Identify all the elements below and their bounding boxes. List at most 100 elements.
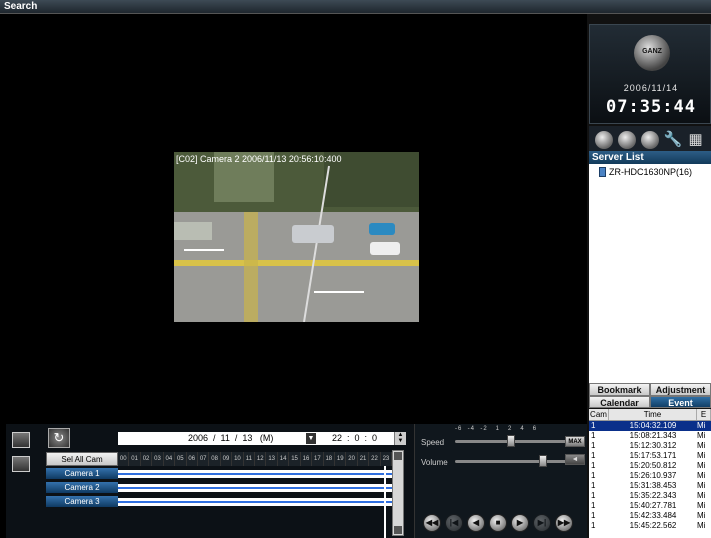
- event-row[interactable]: 1 15:26:10.937 Mi: [589, 471, 711, 481]
- hour-tick: 22: [369, 452, 381, 466]
- camera-icon[interactable]: [595, 131, 614, 149]
- speed-slider-handle[interactable]: [507, 435, 515, 447]
- hour-tick: 06: [187, 452, 198, 466]
- event-cam-cell: 1: [591, 431, 596, 440]
- date-field[interactable]: 2006 / 11 / 13 (M): [188, 433, 273, 443]
- speed-label: Speed: [421, 438, 445, 447]
- timeline-scrollbar[interactable]: [392, 450, 404, 536]
- hour-tick: 23: [381, 452, 393, 466]
- play-button[interactable]: ▶: [511, 514, 529, 532]
- video-area[interactable]: [C02] Camera 2 2006/11/13 20:56:10:400: [6, 14, 587, 424]
- tab-adjustment[interactable]: Adjustment: [650, 383, 711, 396]
- select-all-cameras-button[interactable]: Sel All Cam: [46, 452, 118, 466]
- speed-slider[interactable]: [455, 435, 567, 447]
- time-spinner[interactable]: ▲ ▼: [394, 432, 406, 445]
- calendar-dropdown-button[interactable]: ▼: [306, 433, 316, 444]
- event-row[interactable]: 1 15:35:22.343 Mi: [589, 491, 711, 501]
- hour-tick: 07: [198, 452, 210, 466]
- event-type-cell: Mi: [697, 441, 706, 450]
- camera-recording-track[interactable]: [118, 484, 392, 492]
- timeline-playhead[interactable]: [384, 466, 386, 538]
- time-field[interactable]: 22 : 0 : 0: [332, 433, 377, 443]
- event-row[interactable]: 1 15:42:33.484 Mi: [589, 511, 711, 521]
- event-row[interactable]: 1 15:12:30.312 Mi: [589, 441, 711, 451]
- event-row[interactable]: 1 15:20:50.812 Mi: [589, 461, 711, 471]
- camera-recording-track[interactable]: [118, 470, 392, 478]
- event-time-cell: 15:31:38.453: [629, 481, 677, 490]
- event-type-cell: Mi: [697, 461, 706, 470]
- camera-timeline-row: Camera 2: [46, 482, 392, 494]
- tab-event[interactable]: Event: [650, 396, 711, 408]
- camera-recording-track[interactable]: [118, 498, 392, 506]
- scroll-down-arrow[interactable]: [394, 526, 402, 534]
- scroll-up-arrow[interactable]: [394, 452, 402, 460]
- event-time-cell: 15:40:27.781: [629, 501, 677, 510]
- step-forward-button[interactable]: ▶|: [533, 514, 551, 532]
- mute-button[interactable]: ◄: [565, 454, 585, 465]
- hour-tick: 10: [232, 452, 244, 466]
- volume-slider[interactable]: [455, 455, 567, 467]
- event-table-header: Cam Time E: [589, 409, 711, 421]
- column-header-time[interactable]: Time: [609, 409, 697, 420]
- hour-tick: 04: [164, 452, 176, 466]
- camera-video-frame[interactable]: [C02] Camera 2 2006/11/13 20:56:10:400: [174, 152, 419, 322]
- tab-bookmark[interactable]: Bookmark: [589, 383, 650, 396]
- skip-to-end-button[interactable]: ▶▶: [555, 514, 573, 532]
- event-row[interactable]: 1 15:31:38.453 Mi: [589, 481, 711, 491]
- hour-tick: 12: [255, 452, 267, 466]
- volume-slider-handle[interactable]: [539, 455, 547, 467]
- event-type-cell: Mi: [697, 451, 706, 460]
- hour-tick: 08: [209, 452, 221, 466]
- event-row[interactable]: 1 15:04:32.109 Mi: [589, 421, 711, 431]
- hour-tick: 13: [266, 452, 278, 466]
- skip-to-start-button[interactable]: ◀◀: [423, 514, 441, 532]
- video-overlay-text: [C02] Camera 2 2006/11/13 20:56:10:400: [176, 154, 342, 164]
- camera-label[interactable]: Camera 3: [46, 496, 118, 507]
- event-time-cell: 15:12:30.312: [629, 441, 677, 450]
- globe-icon[interactable]: [618, 131, 637, 149]
- layout-view-icon[interactable]: [12, 432, 30, 448]
- hour-tick: 01: [129, 452, 141, 466]
- tool-icon-bar: 🔧 ▦: [589, 126, 711, 154]
- event-cam-cell: 1: [591, 491, 596, 500]
- refresh-icon[interactable]: ↻: [48, 428, 70, 448]
- event-type-cell: Mi: [697, 471, 706, 480]
- hour-tick: 21: [358, 452, 370, 466]
- road-scene-image: [174, 152, 419, 322]
- server-list: Server List ZR-HDC1630NP(16): [589, 151, 711, 383]
- event-row[interactable]: 1 15:45:22.562 Mi: [589, 521, 711, 531]
- max-speed-button[interactable]: MAX: [565, 436, 585, 447]
- event-row[interactable]: 1 15:08:21.343 Mi: [589, 431, 711, 441]
- step-back-button[interactable]: |◀: [445, 514, 463, 532]
- hour-tick: 19: [335, 452, 347, 466]
- event-row[interactable]: 1 15:17:53.171 Mi: [589, 451, 711, 461]
- event-type-cell: Mi: [697, 501, 706, 510]
- event-cam-cell: 1: [591, 461, 596, 470]
- event-cam-cell: 1: [591, 441, 596, 450]
- wrench-icon[interactable]: 🔧: [664, 131, 683, 149]
- hour-tick: 14: [278, 452, 290, 466]
- layout-icon[interactable]: ▦: [687, 131, 705, 149]
- hour-tick: 05: [175, 452, 187, 466]
- column-header-event[interactable]: E: [697, 409, 711, 420]
- event-cam-cell: 1: [591, 451, 596, 460]
- server-list-item[interactable]: ZR-HDC1630NP(16): [599, 167, 692, 177]
- stop-button[interactable]: ■: [489, 514, 507, 532]
- hour-tick: 03: [152, 452, 164, 466]
- event-row[interactable]: 1 15:40:27.781 Mi: [589, 501, 711, 511]
- hour-tick: 02: [141, 452, 153, 466]
- hour-ruler: 00 01 02 03 04 05 06 07 08 09 10 11 12 13 14 15 16 17 18 19…: [118, 452, 393, 466]
- play-reverse-button[interactable]: ◀: [467, 514, 485, 532]
- print-icon[interactable]: [12, 456, 30, 472]
- event-time-cell: 15:26:10.937: [629, 471, 677, 480]
- event-type-cell: Mi: [697, 511, 706, 520]
- column-header-cam[interactable]: Cam: [589, 409, 609, 420]
- tab-calendar[interactable]: Calendar: [589, 396, 650, 408]
- storage-icon[interactable]: [640, 131, 659, 149]
- camera-label[interactable]: Camera 2: [46, 482, 118, 493]
- view-icons: [8, 432, 38, 532]
- hour-tick: 00: [118, 452, 130, 466]
- camera-label[interactable]: Camera 1: [46, 468, 118, 479]
- server-item-label: ZR-HDC1630NP(16): [609, 167, 693, 177]
- logo-text: GANZ: [642, 48, 662, 55]
